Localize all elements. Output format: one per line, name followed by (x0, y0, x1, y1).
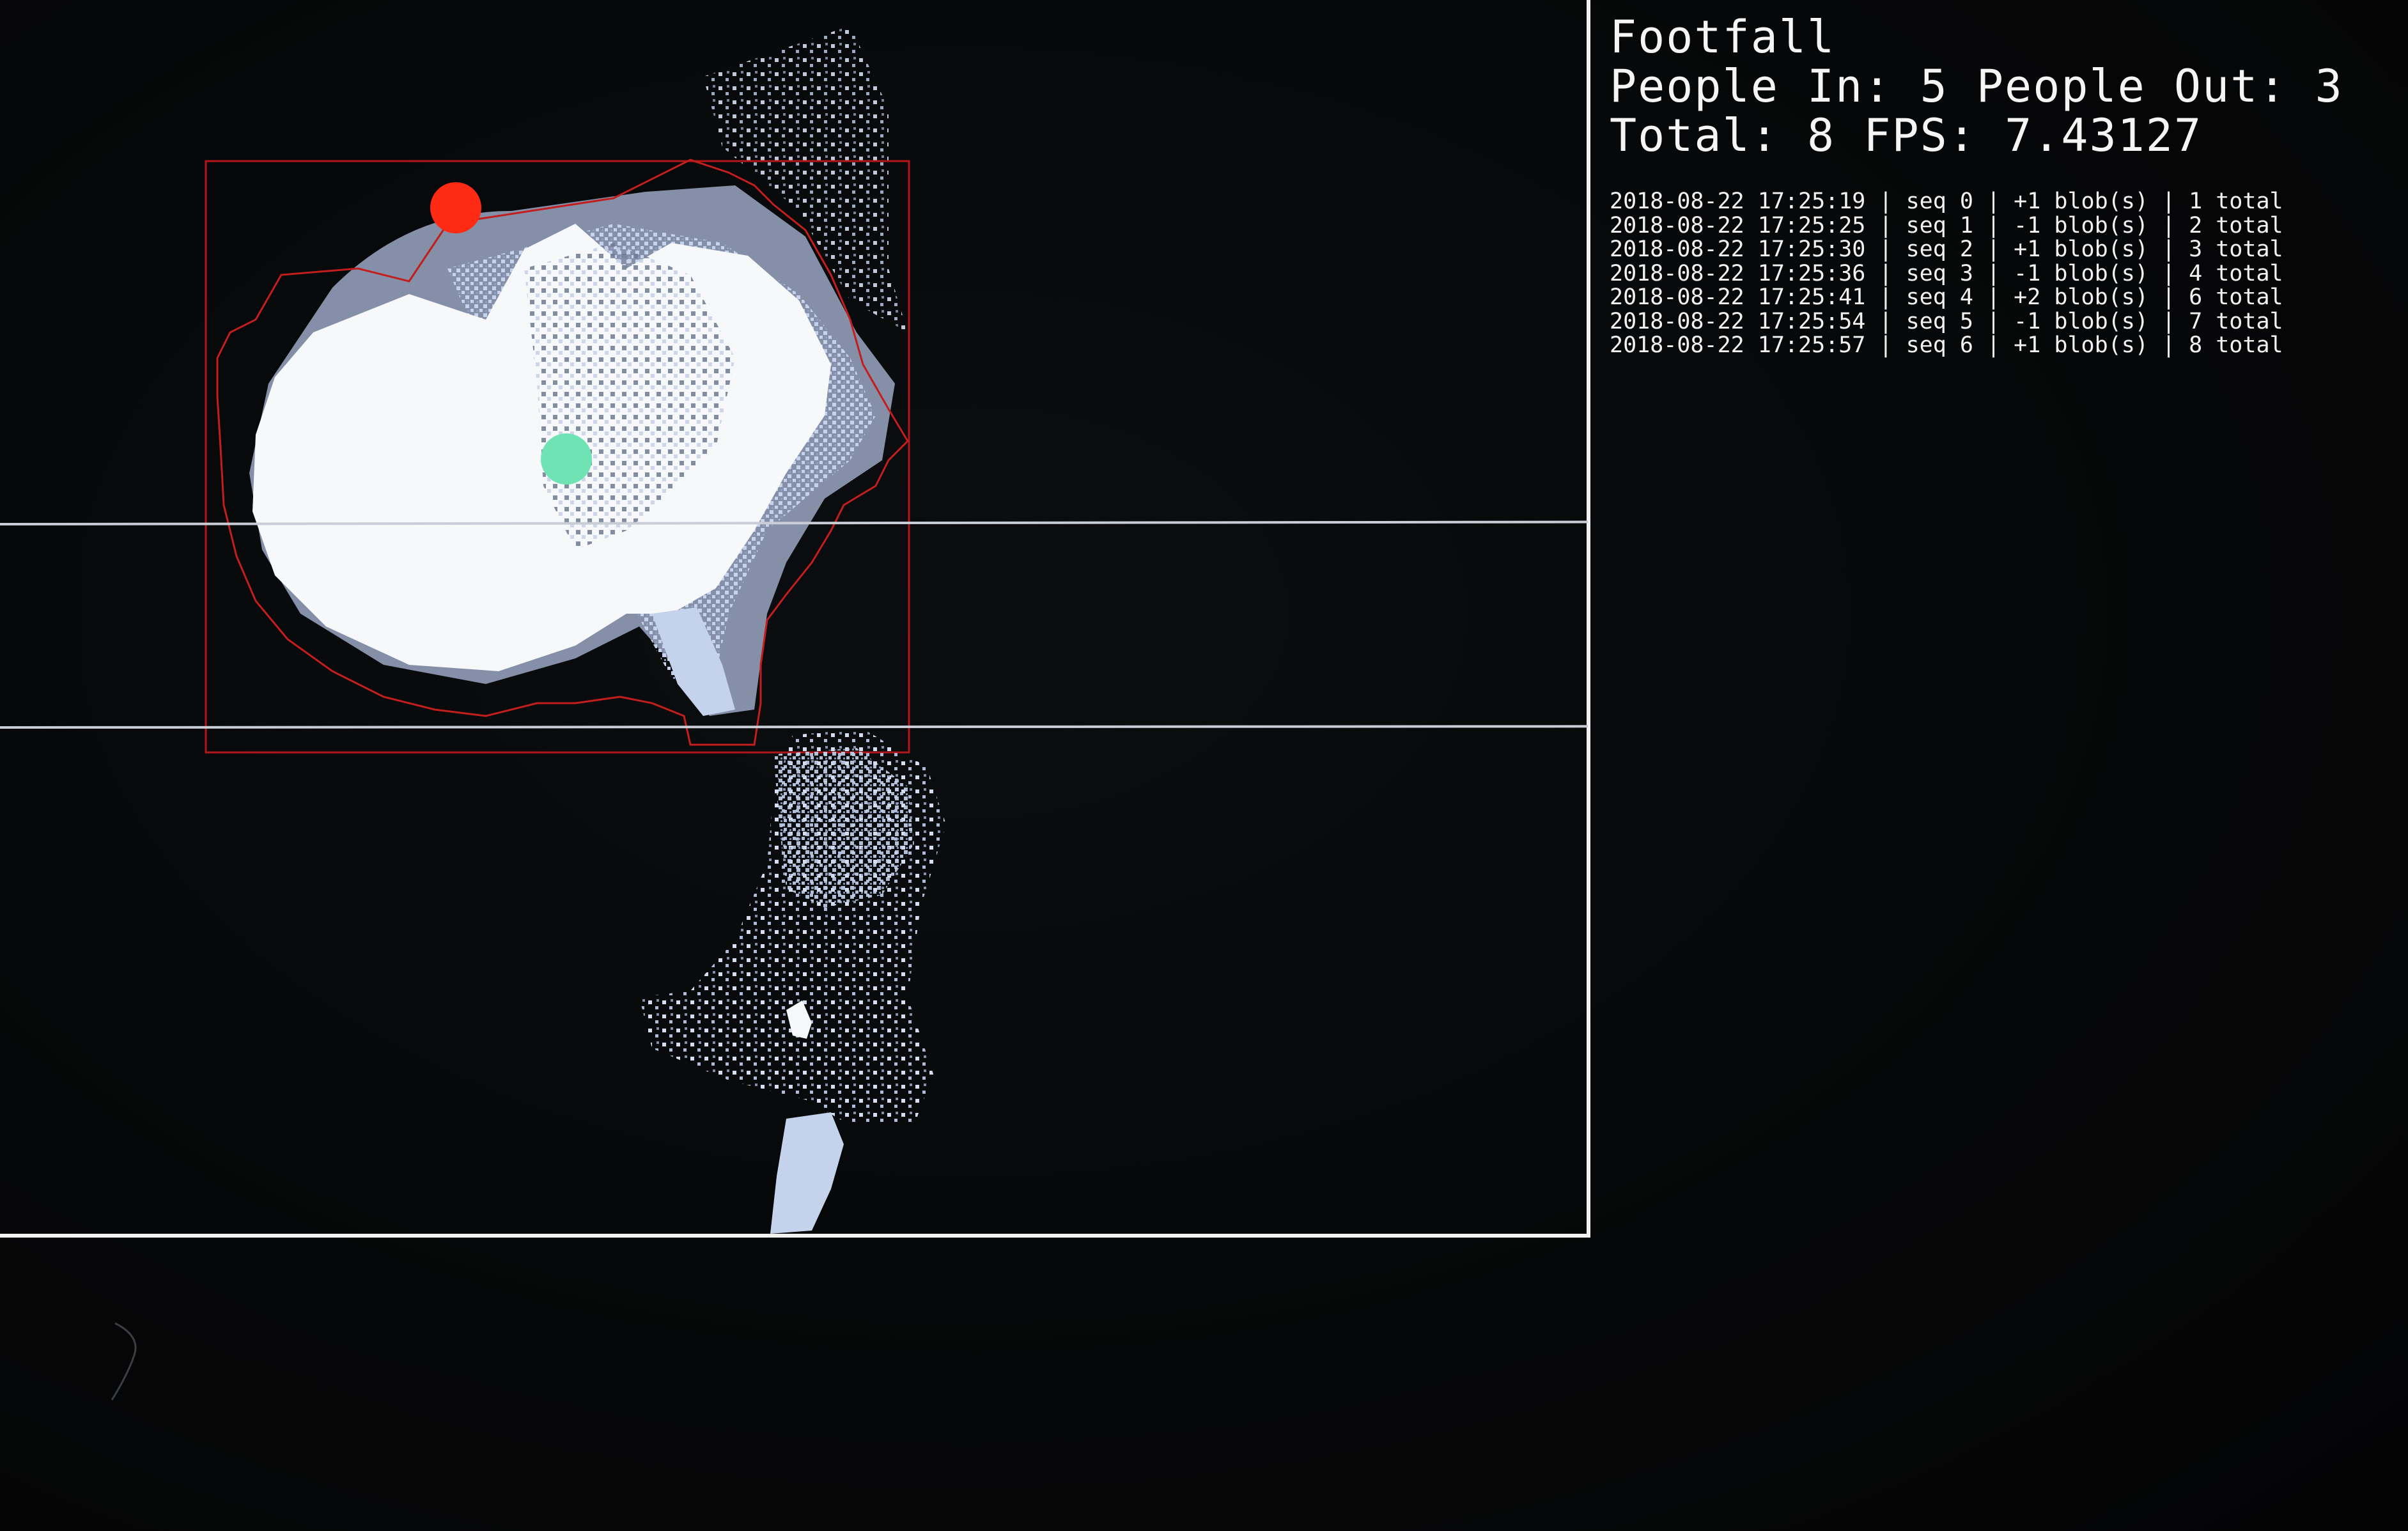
people-in-value: 5 (1920, 60, 1948, 113)
log-line: 2018-08-22 17:25:41 | seq 4 | +2 blob(s)… (1610, 284, 2283, 310)
depth-blob-layer (205, 26, 946, 1234)
event-log: 2018-08-22 17:25:19 | seq 0 | +1 blob(s)… (1610, 189, 2396, 358)
hud-title: Footfall (1610, 11, 1836, 63)
log-line: 2018-08-22 17:25:25 | seq 1 | -1 blob(s)… (1610, 212, 2283, 238)
tracking-marker-teal (541, 433, 592, 485)
depth-camera-view (0, 0, 1590, 1238)
fps-value: 7.43127 (2005, 109, 2203, 162)
log-line: 2018-08-22 17:25:30 | seq 2 | +1 blob(s)… (1610, 237, 2283, 262)
total-value: 8 (1807, 109, 1836, 162)
footfall-hud: Footfall People In: 5 People Out: 3 Tota… (1610, 13, 2396, 358)
fps-label: FPS: (1863, 109, 1977, 162)
hud-counts-row: People In: 5 People Out: 3 (1610, 62, 2396, 111)
tracking-marker-red (430, 182, 481, 233)
people-out-value: 3 (2315, 60, 2343, 113)
total-label: Total: (1610, 109, 1779, 162)
log-line: 2018-08-22 17:25:54 | seq 5 | -1 blob(s)… (1610, 308, 2283, 334)
log-line: 2018-08-22 17:25:57 | seq 6 | +1 blob(s)… (1610, 332, 2283, 358)
log-line: 2018-08-22 17:25:36 | seq 3 | -1 blob(s)… (1610, 260, 2283, 286)
hud-total-row: Total: 8 FPS: 7.43127 (1610, 111, 2396, 160)
arm-blob (770, 1112, 844, 1234)
people-out-label: People Out: (1976, 60, 2287, 113)
screen-scratch-mark (111, 1322, 137, 1401)
people-in-label: People In: (1610, 60, 1892, 113)
camera-display: Footfall People In: 5 People Out: 3 Tota… (0, 0, 2408, 1531)
log-line: 2018-08-22 17:25:19 | seq 0 | +1 blob(s)… (1610, 189, 2283, 214)
